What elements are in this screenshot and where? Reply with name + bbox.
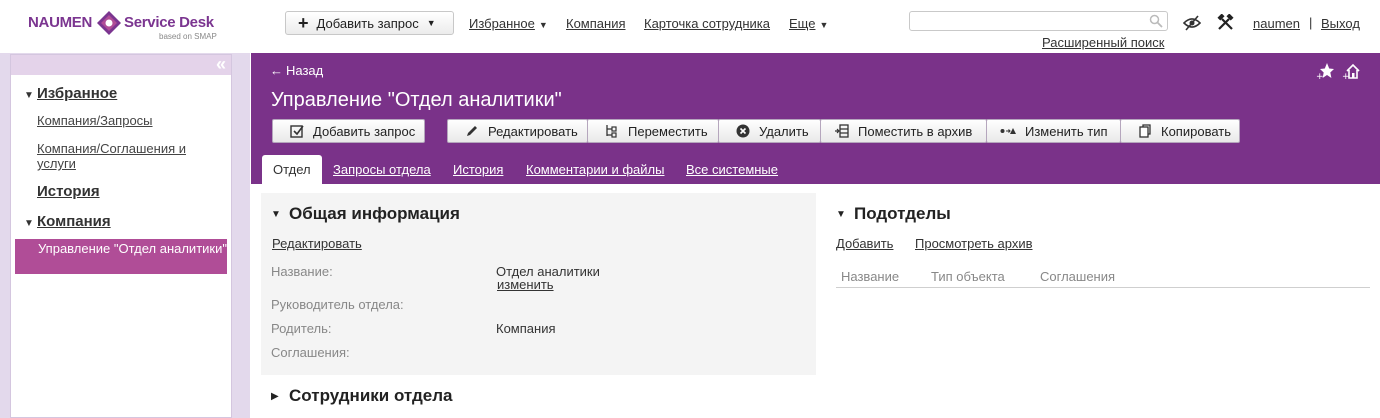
button-label: Поместить в архив bbox=[858, 123, 973, 139]
parent-value: Компания bbox=[496, 321, 556, 336]
subdivisions-table-header: Название Тип объекта Соглашения bbox=[836, 267, 1370, 288]
head-label: Руководитель отдела: bbox=[271, 297, 404, 312]
pencil-icon bbox=[467, 126, 477, 136]
copy-button[interactable]: Копировать bbox=[1120, 119, 1240, 143]
copy-icon bbox=[1139, 124, 1151, 138]
column-header[interactable]: Тип объекта bbox=[931, 269, 1005, 284]
expanded-triangle-icon: ▼ bbox=[271, 209, 281, 220]
employees-header[interactable]: ▶ Сотрудники отдела bbox=[271, 386, 453, 406]
logo-text-left: NAUMEN bbox=[28, 14, 93, 31]
name-change-link[interactable]: изменить bbox=[497, 277, 554, 292]
object-header: ← Назад Управление "Отдел аналитики" + + … bbox=[251, 53, 1380, 184]
tab-comments-files[interactable]: Комментарии и файлы bbox=[526, 155, 664, 184]
back-arrow-icon: ← bbox=[270, 63, 283, 78]
nav-favorites-label: Избранное bbox=[469, 16, 535, 31]
tab-department-requests[interactable]: Запросы отдела bbox=[333, 155, 431, 184]
add-to-favorites-star-icon[interactable]: + bbox=[1316, 62, 1334, 80]
nav-more-label: Еще bbox=[789, 16, 816, 31]
tab-all-system[interactable]: Все системные bbox=[686, 155, 778, 184]
add-request-dropdown-button[interactable]: + Добавить запрос ▼ bbox=[285, 11, 454, 35]
add-request-button[interactable]: Добавить запрос bbox=[272, 119, 425, 143]
button-label: Удалить bbox=[759, 123, 809, 139]
logout-link[interactable]: Выход bbox=[1321, 16, 1360, 31]
logo[interactable]: NAUMEN Service Desk based on SMAP bbox=[28, 10, 218, 42]
logo-mark-icon bbox=[97, 11, 121, 35]
tools-icon[interactable] bbox=[1217, 14, 1234, 31]
add-request-label: Добавить запрос bbox=[316, 15, 419, 31]
nav-more[interactable]: Еще ▼ bbox=[789, 16, 828, 31]
button-label: Копировать bbox=[1161, 123, 1231, 139]
back-link[interactable]: ← Назад bbox=[270, 63, 323, 78]
svg-text:+: + bbox=[1316, 72, 1324, 80]
change-type-button[interactable]: Изменить тип bbox=[986, 119, 1121, 143]
view-archive-link[interactable]: Просмотреть архив bbox=[915, 236, 1033, 251]
hide-eye-icon[interactable] bbox=[1183, 15, 1201, 31]
archive-icon bbox=[835, 124, 849, 138]
plus-icon: + bbox=[298, 13, 309, 33]
nav-employee-card[interactable]: Карточка сотрудника bbox=[644, 16, 770, 31]
button-label: Изменить тип bbox=[1025, 123, 1108, 139]
sidebar-section-favorites[interactable]: ▼ Избранное bbox=[24, 85, 117, 102]
tab-history[interactable]: История bbox=[453, 155, 503, 184]
sidebar: « ▼ Избранное Компания/Запросы Компания/С… bbox=[10, 54, 232, 418]
sidebar-section-company[interactable]: ▼ Компания bbox=[24, 213, 111, 230]
collapsed-triangle-icon: ▶ bbox=[271, 391, 279, 402]
subdivisions-title: Подотделы bbox=[854, 204, 951, 223]
sidebar-section-label: Избранное bbox=[37, 85, 118, 102]
expanded-triangle-icon: ▼ bbox=[24, 90, 34, 101]
add-subdivision-link[interactable]: Добавить bbox=[836, 236, 893, 251]
delete-x-circle-icon bbox=[736, 124, 750, 138]
page-title: Управление "Отдел аналитики" bbox=[271, 89, 562, 111]
top-header: NAUMEN Service Desk based on SMAP + Доба… bbox=[0, 0, 1380, 53]
add-checkbox-icon bbox=[290, 125, 304, 138]
set-home-icon[interactable]: + bbox=[1342, 62, 1360, 80]
general-info-title: Общая информация bbox=[289, 204, 460, 223]
caret-down-icon: ▼ bbox=[426, 18, 436, 28]
delete-button[interactable]: Удалить bbox=[718, 119, 821, 143]
search-icon[interactable] bbox=[1149, 14, 1163, 28]
move-tree-icon bbox=[606, 125, 617, 138]
sidebar-section-label: Компания bbox=[37, 213, 111, 230]
caret-down-icon: ▼ bbox=[538, 20, 548, 30]
expanded-triangle-icon: ▼ bbox=[836, 209, 846, 220]
button-label: Добавить запрос bbox=[313, 123, 416, 139]
edit-general-info-link[interactable]: Редактировать bbox=[272, 236, 362, 251]
archive-button[interactable]: Поместить в архив bbox=[820, 119, 987, 143]
collapse-double-chevron-icon[interactable]: « bbox=[216, 55, 226, 73]
user-link[interactable]: naumen bbox=[1253, 16, 1300, 31]
tab-department[interactable]: Отдел bbox=[262, 155, 322, 184]
name-label: Название: bbox=[271, 264, 333, 279]
edit-button[interactable]: Редактировать bbox=[447, 119, 588, 143]
move-button[interactable]: Переместить bbox=[587, 119, 719, 143]
sidebar-collapse-bar[interactable]: « bbox=[11, 55, 231, 75]
parent-label: Родитель: bbox=[271, 321, 332, 336]
caret-down-icon: ▼ bbox=[819, 20, 829, 30]
back-label: Назад bbox=[286, 63, 324, 78]
sidebar-item-active[interactable]: Управление "Отдел аналитики" bbox=[15, 239, 227, 274]
logo-subtitle: based on SMAP bbox=[159, 32, 217, 41]
employees-title: Сотрудники отдела bbox=[289, 386, 453, 405]
search-input[interactable] bbox=[909, 11, 1168, 31]
general-info-header[interactable]: ▼ Общая информация bbox=[271, 204, 460, 224]
column-header[interactable]: Название bbox=[841, 269, 899, 284]
nav-company[interactable]: Компания bbox=[566, 16, 626, 31]
button-label: Переместить bbox=[628, 123, 708, 139]
change-type-icon bbox=[1000, 128, 1016, 134]
separator: | bbox=[1309, 15, 1313, 30]
column-header[interactable]: Соглашения bbox=[1040, 269, 1115, 284]
agreements-label: Соглашения: bbox=[271, 345, 350, 360]
sidebar-item-company-agreements[interactable]: Компания/Соглашения и услуги bbox=[37, 141, 217, 171]
subdivisions-header[interactable]: ▼ Подотделы bbox=[836, 204, 951, 224]
button-label: Редактировать bbox=[488, 123, 578, 139]
sidebar-item-company-requests[interactable]: Компания/Запросы bbox=[37, 113, 153, 128]
logo-text-right: Service Desk bbox=[124, 14, 214, 31]
sidebar-section-history[interactable]: История bbox=[37, 183, 100, 200]
sidebar-item-label: Управление "Отдел аналитики" bbox=[38, 241, 227, 256]
advanced-search-link[interactable]: Расширенный поиск bbox=[1042, 35, 1164, 50]
nav-favorites[interactable]: Избранное ▼ bbox=[469, 16, 548, 31]
expanded-triangle-icon: ▼ bbox=[24, 218, 34, 229]
